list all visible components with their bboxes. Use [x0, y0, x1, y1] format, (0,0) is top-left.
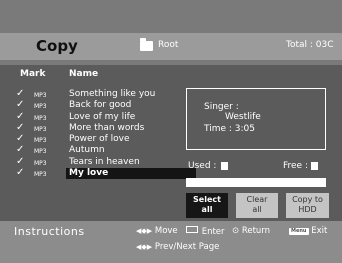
clear-all-button[interactable]: Clear all: [236, 193, 278, 218]
free-label: Free :: [283, 161, 308, 171]
list-item[interactable]: ✓ MP3 Love of my life: [16, 110, 196, 123]
checkmark-icon: ✓: [16, 121, 25, 133]
mp3-badge: MP3: [34, 148, 47, 156]
folder-name: Root: [158, 40, 179, 50]
copy-to-hdd-button[interactable]: Copy to HDD: [286, 193, 329, 218]
copy-screen: Copy Root Total : 03C Mark Name ✓ MP3 So…: [0, 0, 342, 263]
list-item[interactable]: ✓ MP3 Autumn: [16, 144, 196, 156]
column-header-name: Name: [69, 69, 99, 79]
select-all-line2: all: [201, 205, 213, 214]
file-name: Autumn: [69, 145, 105, 156]
prev-next-icon: ◀◆▶: [136, 243, 153, 251]
enter-key-icon: [186, 226, 198, 233]
folder-icon: [140, 38, 153, 51]
mp3-badge: MP3: [34, 137, 47, 145]
list-item[interactable]: ✓ MP3 Something like you: [16, 88, 196, 100]
list-item[interactable]: ✓ MP3 Power of love: [16, 133, 196, 145]
hint-return: ⊙ Return: [232, 226, 270, 236]
clear-all-line2: all: [252, 205, 262, 214]
usage-bar: [186, 178, 326, 187]
select-all-line1: Select: [193, 195, 221, 204]
mp3-badge: MP3: [34, 103, 47, 111]
track-info-box: Singer : Westlife Time : 3:05: [186, 88, 326, 150]
checkmark-icon: ✓: [16, 110, 25, 122]
copy-to-hdd-line2: HDD: [298, 205, 317, 214]
hint-exit-text: Exit: [311, 226, 328, 236]
mp3-badge: MP3: [34, 114, 47, 122]
arrows-icon: ◀◆▶: [136, 227, 153, 235]
hint-page-text: Prev/Next Page: [154, 242, 220, 252]
mp3-badge: MP3: [34, 125, 47, 133]
checkmark-icon: ✓: [16, 167, 25, 179]
hint-exit: Menu Exit: [289, 226, 327, 236]
list-item[interactable]: ✓ MP3 Tears in heaven: [16, 155, 196, 168]
copy-to-hdd-line1: Copy to: [292, 195, 323, 204]
list-item[interactable]: ✓ MP3 Back for good: [16, 99, 196, 111]
track-time: Time : 3:05: [204, 124, 255, 134]
singer-value: Westlife: [225, 112, 261, 122]
list-item-selected[interactable]: ✓ MP3 My love: [16, 167, 196, 180]
hint-move-text: Move: [154, 226, 178, 236]
mp3-badge: MP3: [34, 159, 47, 167]
hint-page: ◀◆▶ Prev/Next Page: [136, 242, 219, 252]
instructions-bar: Instructions ◀◆▶ Move Enter ⊙ Return Men…: [0, 221, 342, 263]
file-name: Love of my life: [69, 111, 136, 122]
list-item[interactable]: ✓ MP3 More than words: [16, 121, 196, 134]
mp3-badge: MP3: [34, 92, 47, 99]
hint-enter: Enter: [186, 226, 225, 237]
checkmark-icon: ✓: [16, 99, 25, 111]
used-indicator: [221, 162, 228, 170]
header: Copy Root Total : 03C: [0, 0, 342, 65]
free-indicator: [311, 162, 318, 170]
return-icon: ⊙: [232, 226, 240, 236]
hint-return-text: Return: [241, 226, 271, 236]
menu-key-icon: Menu: [289, 228, 309, 235]
page-title: Copy: [36, 37, 78, 55]
select-all-button[interactable]: Select all: [186, 193, 228, 218]
file-name: Power of love: [69, 134, 130, 145]
used-label: Used :: [188, 161, 217, 171]
checkmark-icon: ✓: [16, 88, 25, 99]
mp3-badge: MP3: [34, 171, 47, 179]
file-list: ✓ MP3 Something like you ✓ MP3 Back for …: [16, 88, 196, 180]
checkmark-icon: ✓: [16, 155, 25, 167]
file-name: My love: [69, 168, 109, 179]
total-count: Total : 03C: [286, 40, 334, 50]
file-name: Something like you: [69, 89, 156, 99]
file-name: More than words: [69, 122, 145, 133]
column-header-mark: Mark: [20, 69, 46, 79]
hint-enter-text: Enter: [201, 227, 225, 237]
clear-all-line1: Clear: [246, 195, 268, 204]
checkmark-icon: ✓: [16, 133, 25, 145]
checkmark-icon: ✓: [16, 144, 25, 156]
file-name: Back for good: [69, 100, 132, 111]
file-name: Tears in heaven: [69, 156, 140, 167]
hint-move: ◀◆▶ Move: [136, 226, 178, 236]
singer-label: Singer :: [204, 102, 239, 112]
instructions-label: Instructions: [14, 225, 85, 238]
